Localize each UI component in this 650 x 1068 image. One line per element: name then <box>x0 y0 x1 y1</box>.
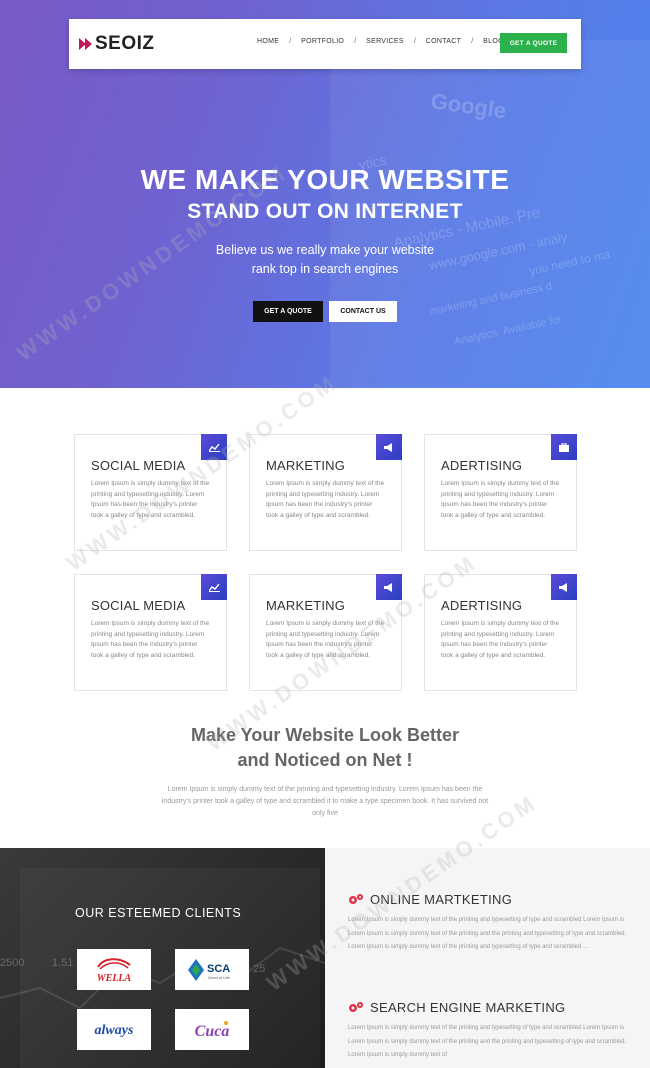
client-logo-wella[interactable]: WELLA <box>77 949 151 990</box>
gears-icon <box>349 1002 363 1012</box>
section-title-line2: and Noticed on Net ! <box>237 750 413 770</box>
nav-portfolio[interactable]: PORTFOLIO <box>301 38 344 45</box>
megaphone-icon <box>551 574 577 600</box>
nav-contact[interactable]: CONTACT <box>426 38 461 45</box>
card-title: ADERTISING <box>441 598 523 613</box>
client-logo-sca[interactable]: SCA Good of Life <box>175 949 249 990</box>
hero-subtitle-line2: rank top in search engines <box>251 262 399 276</box>
service-card[interactable]: SOCIAL MEDIA Lorem Ipsum is simply dummy… <box>74 574 227 691</box>
logo-text: SEOIZ <box>95 33 155 54</box>
chart-icon <box>201 434 227 460</box>
clients-title: OUR ESTEEMED CLIENTS <box>75 906 242 920</box>
hero-title-line2: STAND OUT ON INTERNET <box>187 200 463 223</box>
section-text: Lorem Ipsum is simply dummy text of the … <box>161 786 489 817</box>
sca-logo: SCA Good of Life <box>188 958 231 981</box>
service-card[interactable]: ADERTISING Lorem Ipsum is simply dummy t… <box>424 574 577 691</box>
svg-text:SCA: SCA <box>207 963 230 975</box>
hero-subtitle-line1: Believe us we really make your website <box>215 243 435 257</box>
card-text: Lorem Ipsum is simply dummy text of the … <box>441 480 560 519</box>
megaphone-icon <box>376 574 402 600</box>
logo-arrows-icon <box>79 38 93 50</box>
clients-section: 2500 1.51 25 OUR ESTEEMED CLIENTS WELLA … <box>0 848 325 1068</box>
service-heading: SEARCH ENGINE MARKETING <box>348 1000 565 1015</box>
clients-bg-number: 2500 <box>0 957 24 969</box>
card-text: Lorem Ipsum is simply dummy text of the … <box>441 620 560 659</box>
card-title: MARKETING <box>266 598 346 613</box>
navbar: SEOIZ HOME / PORTFOLIO / SERVICES / CONT… <box>69 19 581 69</box>
svg-text:Cuca: Cuca <box>195 1023 230 1040</box>
clients-bg-number: 1.51 <box>52 957 73 969</box>
nav-services[interactable]: SERVICES <box>366 38 404 45</box>
nav-separator: / <box>289 38 292 45</box>
svg-text:WELLA: WELLA <box>97 973 132 984</box>
card-title: ADERTISING <box>441 458 523 473</box>
service-card[interactable]: MARKETING Lorem Ipsum is simply dummy te… <box>249 434 402 551</box>
clients-bg-number: 25 <box>253 963 265 975</box>
card-text: Lorem Ipsum is simply dummy text of the … <box>91 480 210 519</box>
service-text: Lorem Ipsum is simply dummy text of the … <box>348 917 627 950</box>
client-logo-cuca[interactable]: Cuca <box>175 1009 249 1050</box>
wella-logo: WELLA <box>97 957 132 984</box>
section-title-line1: Make Your Website Look Better <box>190 725 460 745</box>
card-title: SOCIAL MEDIA <box>91 598 186 613</box>
client-logo-always[interactable]: always <box>77 1009 151 1050</box>
hero-get-quote-button[interactable]: GET A QUOTE <box>253 301 323 322</box>
nav-separator: / <box>413 38 416 45</box>
card-title: SOCIAL MEDIA <box>91 458 186 473</box>
services-section: ONLINE MARTKETING Lorem Ipsum is simply … <box>325 848 650 1068</box>
nav-separator: / <box>354 38 357 45</box>
hero-contact-button[interactable]: CONTACT US <box>329 301 397 322</box>
service-card[interactable]: ADERTISING Lorem Ipsum is simply dummy t… <box>424 434 577 551</box>
service-title: SEARCH ENGINE MARKETING <box>370 1000 566 1015</box>
card-text: Lorem Ipsum is simply dummy text of the … <box>91 620 210 659</box>
hero-title-line1: WE MAKE YOUR WEBSITE <box>140 164 510 195</box>
chart-icon <box>201 574 227 600</box>
service-text: Lorem Ipsum is simply dummy text of the … <box>348 1025 627 1058</box>
svg-text:always: always <box>95 1023 134 1038</box>
clients-background: 2500 1.51 25 <box>0 868 325 1068</box>
card-text: Lorem Ipsum is simply dummy text of the … <box>266 620 385 659</box>
cuca-logo: Cuca <box>195 1020 230 1040</box>
card-text: Lorem Ipsum is simply dummy text of the … <box>266 480 385 519</box>
service-card[interactable]: MARKETING Lorem Ipsum is simply dummy te… <box>249 574 402 691</box>
nav-home[interactable]: HOME <box>257 38 279 45</box>
gears-icon <box>349 894 363 904</box>
service-heading: ONLINE MARTKETING <box>348 892 512 907</box>
always-logo: always <box>95 1023 134 1038</box>
service-title: ONLINE MARTKETING <box>370 892 513 907</box>
briefcase-icon <box>551 434 577 460</box>
megaphone-icon <box>376 434 402 460</box>
main-nav: HOME / PORTFOLIO / SERVICES / CONTACT / … <box>257 38 504 45</box>
svg-text:Good of Life: Good of Life <box>208 975 231 980</box>
card-title: MARKETING <box>266 458 346 473</box>
logo[interactable]: SEOIZ <box>79 33 155 55</box>
service-card[interactable]: SOCIAL MEDIA Lorem Ipsum is simply dummy… <box>74 434 227 551</box>
nav-separator: / <box>471 38 474 45</box>
hero-section: Google Analytics - Mobile, Pre www.googl… <box>0 0 650 388</box>
nav-get-quote-button[interactable]: GET A QUOTE <box>500 33 567 53</box>
